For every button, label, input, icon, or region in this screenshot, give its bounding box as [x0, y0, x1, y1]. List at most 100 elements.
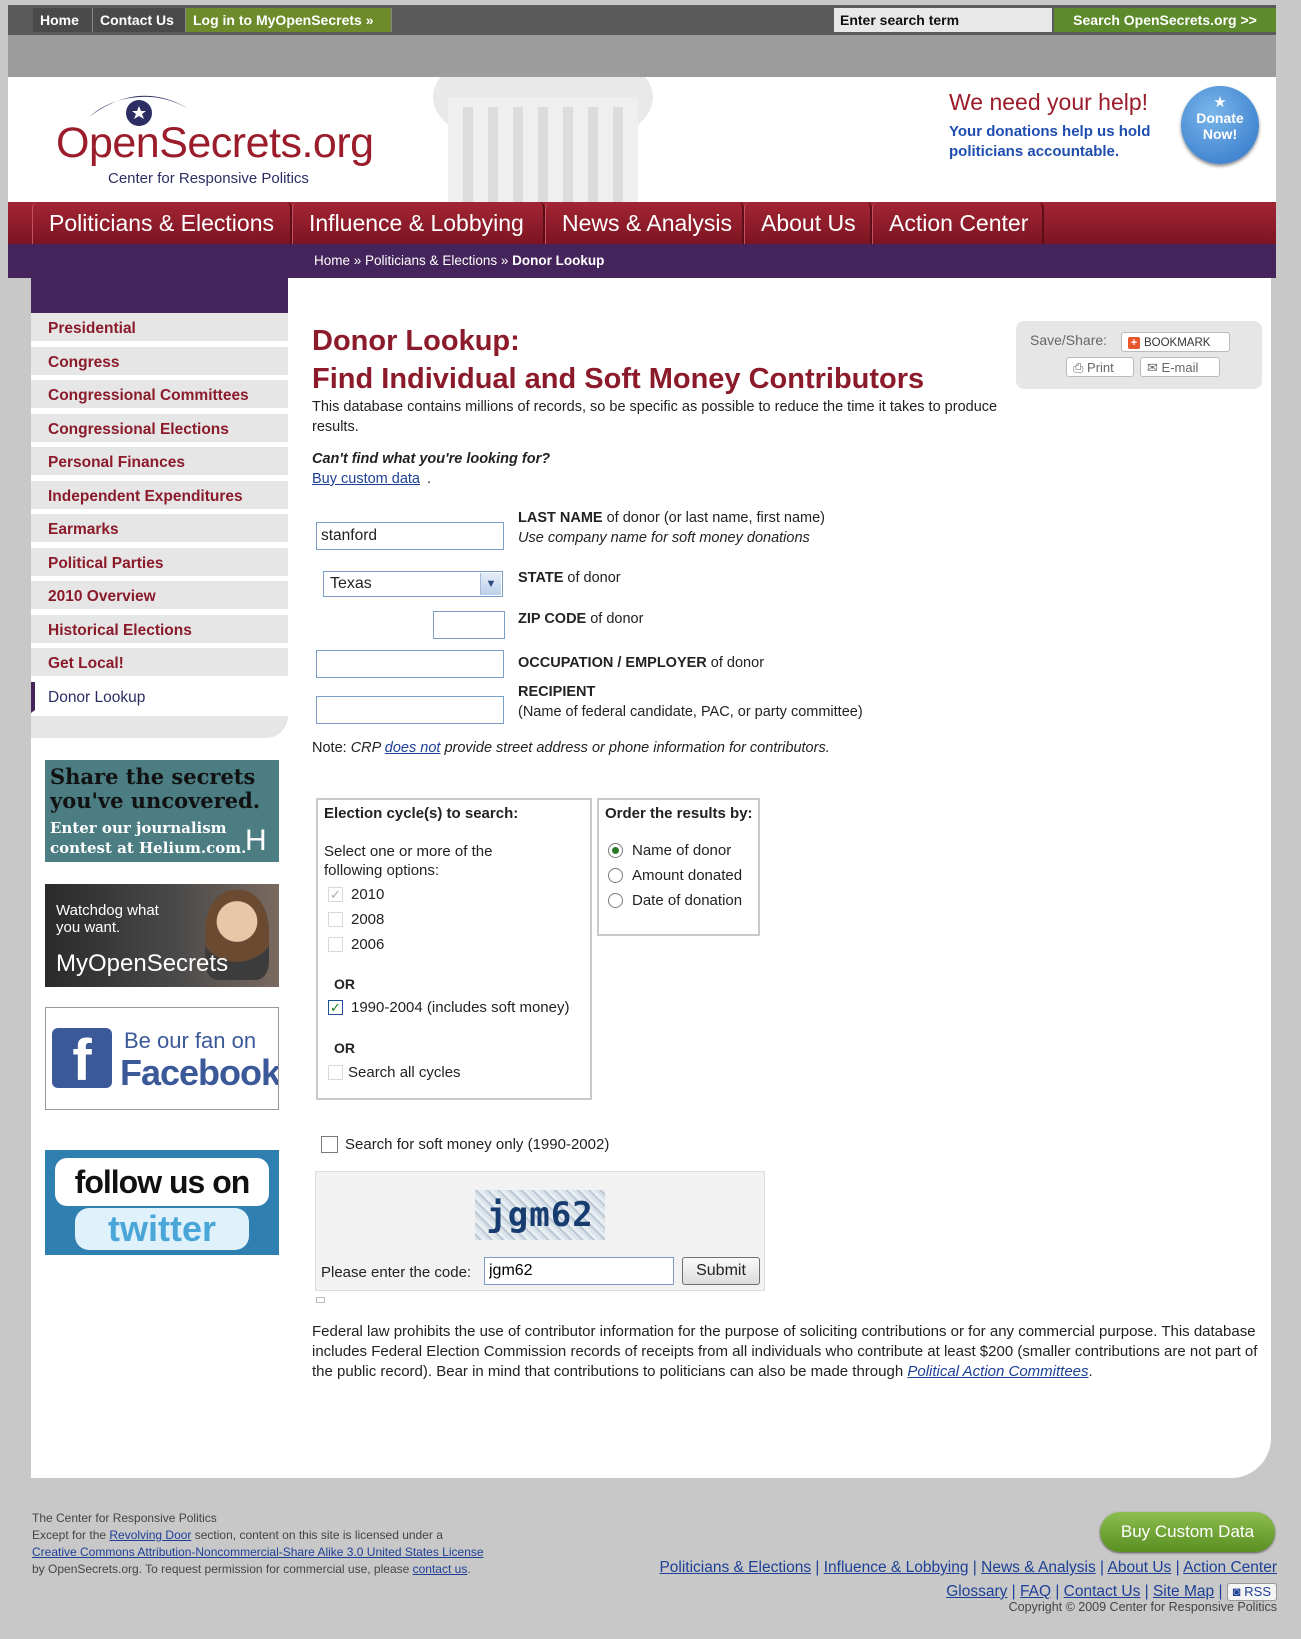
search-all-cycles-checkbox[interactable]	[328, 1065, 343, 1080]
footer-link-glossary[interactable]: Glossary	[946, 1583, 1007, 1600]
order-date-radio[interactable]	[608, 893, 623, 908]
footer-link-contact-us[interactable]: Contact Us	[1064, 1583, 1141, 1600]
footer-link-about-us[interactable]: About Us	[1108, 1559, 1172, 1576]
email-button[interactable]: ✉ E-mail	[1140, 357, 1220, 377]
state-label: STATE of donor	[518, 570, 621, 586]
donate-now-label: Now!	[1202, 126, 1238, 142]
footer-link-action-center[interactable]: Action Center	[1183, 1559, 1277, 1576]
captcha-panel: jgm62 Please enter the code: Submit	[315, 1171, 765, 1291]
footer-link-faq[interactable]: FAQ	[1020, 1583, 1051, 1600]
nav-action-center[interactable]: Action Center	[872, 202, 1044, 244]
site-header: OpenSecrets.org Center for Responsive Po…	[8, 77, 1276, 202]
facebook-banner[interactable]: f Be our fan on Facebook	[45, 1007, 279, 1110]
sidebar-item-presidential[interactable]: Presidential	[31, 313, 288, 344]
sidebar-bottom	[31, 716, 288, 738]
facebook-icon: f	[52, 1028, 112, 1093]
helium-subtext: Enter our journalism contest at Helium.co…	[50, 819, 247, 857]
order-results-box: Order the results by: Name of donor Amou…	[597, 798, 760, 936]
sidebar-item-personal-finances[interactable]: Personal Finances	[31, 447, 288, 478]
myopensecrets-banner[interactable]: Watchdog what you want. MyOpenSecrets	[45, 884, 279, 987]
footer-link-site-map[interactable]: Site Map	[1153, 1583, 1214, 1600]
order-amount-radio[interactable]	[608, 868, 623, 883]
top-contact-link[interactable]: Contact Us	[93, 8, 186, 32]
chevron-down-icon[interactable]: ▼	[480, 573, 501, 595]
breadcrumb: Home » Politicians & Elections » Donor L…	[314, 244, 604, 278]
cycle-1990-2004-checkbox[interactable]: ✓	[328, 1000, 343, 1015]
rss-button[interactable]: ◙ RSS	[1226, 1583, 1277, 1601]
bookmark-button[interactable]: + BOOKMARK	[1121, 332, 1230, 352]
donate-now-button[interactable]: ★ Donate Now!	[1181, 86, 1259, 164]
save-share-panel: Save/Share: + BOOKMARK ⎙ Print ✉ E-mail	[1016, 321, 1262, 389]
helium-contest-banner[interactable]: Share the secrets you've uncovered. Enter…	[45, 760, 279, 862]
state-select[interactable]: Texas ▼	[323, 571, 503, 597]
sidebar-item-historical-elections[interactable]: Historical Elections	[31, 615, 288, 646]
recipient-input[interactable]	[316, 696, 504, 724]
refresh-captcha-icon[interactable]	[316, 1297, 325, 1303]
sidebar-item-congressional-elections[interactable]: Congressional Elections	[31, 414, 288, 445]
watchdog-text: Watchdog what you want.	[56, 902, 159, 936]
footer-contact-us-link[interactable]: contact us	[413, 1562, 468, 1576]
capitol-background-image	[433, 77, 653, 202]
nav-politicians-elections[interactable]: Politicians & Elections	[32, 202, 292, 244]
nav-about-us[interactable]: About Us	[744, 202, 872, 244]
sidebar-item-2010-overview[interactable]: 2010 Overview	[31, 581, 288, 612]
print-button[interactable]: ⎙ Print	[1066, 357, 1134, 377]
sidebar-item-get-local[interactable]: Get Local!	[31, 648, 288, 679]
help-text[interactable]: Your donations help us hold politicians …	[949, 122, 1164, 162]
sidebar-item-earmarks[interactable]: Earmarks	[31, 514, 288, 545]
printer-icon: ⎙	[1073, 360, 1084, 375]
cycle-2010-checkbox[interactable]: ✓	[328, 887, 343, 902]
sidebar-item-donor-lookup[interactable]: Donor Lookup	[31, 682, 288, 713]
submit-button[interactable]: Submit	[682, 1257, 760, 1285]
logo-wordmark[interactable]: OpenSecrets.org	[56, 119, 374, 168]
site-search-button[interactable]: Search OpenSecrets.org >>	[1054, 8, 1276, 32]
plus-icon: +	[1128, 337, 1140, 349]
breadcrumb-home[interactable]: Home	[314, 253, 350, 268]
sidebar-item-political-parties[interactable]: Political Parties	[31, 548, 288, 579]
nav-influence-lobbying[interactable]: Influence & Lobbying	[292, 202, 545, 244]
rss-icon: ◙	[1232, 1584, 1241, 1599]
breadcrumb-section[interactable]: Politicians & Elections	[365, 253, 497, 268]
top-home-link[interactable]: Home	[33, 8, 93, 32]
breadcrumb-separator: »	[350, 253, 366, 268]
donate-label: Donate	[1196, 110, 1244, 126]
cycle-2008-checkbox[interactable]	[328, 912, 343, 927]
recipient-label: RECIPIENT (Name of federal candidate, PAC…	[518, 684, 863, 720]
site-search-input[interactable]	[834, 8, 1052, 32]
footer-link-politicians-elections[interactable]: Politicians & Elections	[659, 1559, 811, 1576]
soft-money-only-label: Search for soft money only (1990-2002)	[345, 1136, 610, 1153]
last-name-input[interactable]	[316, 522, 504, 550]
help-title: We need your help!	[949, 89, 1149, 115]
facebook-fan-text: Be our fan on	[124, 1028, 257, 1053]
soft-money-only-checkbox[interactable]	[321, 1136, 338, 1153]
political-action-committees-link[interactable]: Political Action Committees	[907, 1363, 1088, 1380]
cycle-2008-label: 2008	[351, 911, 385, 928]
creative-commons-license-link[interactable]: Creative Commons Attribution-Noncommerci…	[32, 1545, 484, 1559]
buy-custom-data-link[interactable]: Buy custom data	[312, 471, 420, 487]
captcha-input[interactable]	[484, 1257, 674, 1285]
twitter-banner[interactable]: follow us on twitter	[45, 1150, 279, 1255]
cycle-2006-label: 2006	[351, 936, 385, 953]
login-myopensecrets-link[interactable]: Log in to MyOpenSecrets »	[186, 8, 392, 32]
sidebar-item-independent-expenditures[interactable]: Independent Expenditures	[31, 481, 288, 512]
buy-custom-data-button[interactable]: Buy Custom Data	[1100, 1512, 1275, 1552]
occupation-employer-label: OCCUPATION / EMPLOYER of donor	[518, 655, 765, 671]
envelope-icon: ✉	[1147, 360, 1158, 375]
sidebar-item-congressional-committees[interactable]: Congressional Committees	[31, 380, 288, 411]
search-all-cycles-label: Search all cycles	[348, 1064, 461, 1081]
helium-logo-icon: H	[245, 824, 267, 857]
zip-code-input[interactable]	[433, 611, 505, 639]
sidebar-item-congress[interactable]: Congress	[31, 347, 288, 378]
nav-news-analysis[interactable]: News & Analysis	[545, 202, 744, 244]
cycle-2006-checkbox[interactable]	[328, 937, 343, 952]
order-name-radio[interactable]	[608, 843, 623, 858]
captcha-image: jgm62	[475, 1190, 605, 1240]
revolving-door-link[interactable]: Revolving Door	[109, 1528, 191, 1542]
zip-code-label: ZIP CODE of donor	[518, 611, 644, 627]
cant-find-text: Can't find what you're looking for?	[312, 451, 551, 467]
last-name-label: LAST NAME of donor (or last name, first …	[518, 510, 826, 546]
footer-link-news-analysis[interactable]: News & Analysis	[981, 1559, 1096, 1576]
occupation-employer-input[interactable]	[316, 650, 504, 678]
footer-link-influence-lobbying[interactable]: Influence & Lobbying	[824, 1559, 969, 1576]
does-not-link[interactable]: does not	[385, 740, 441, 756]
